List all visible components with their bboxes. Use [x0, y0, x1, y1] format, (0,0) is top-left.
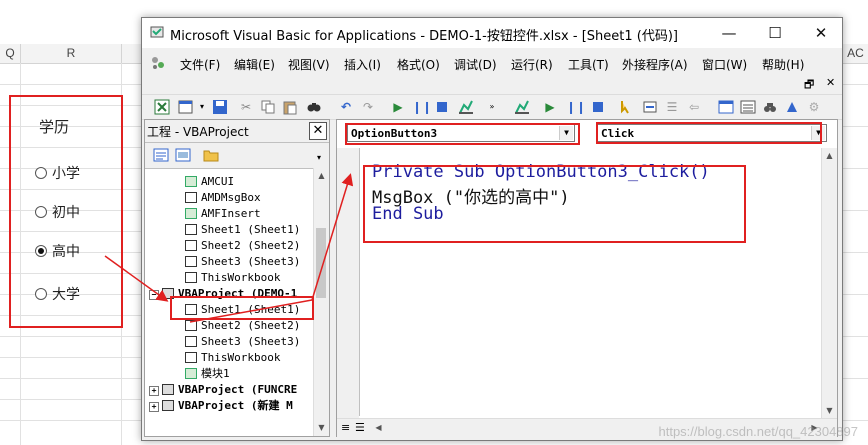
watermark: https://blog.csdn.net/qq_42304897 [658, 424, 859, 439]
annotation-arrows [104, 173, 354, 323]
